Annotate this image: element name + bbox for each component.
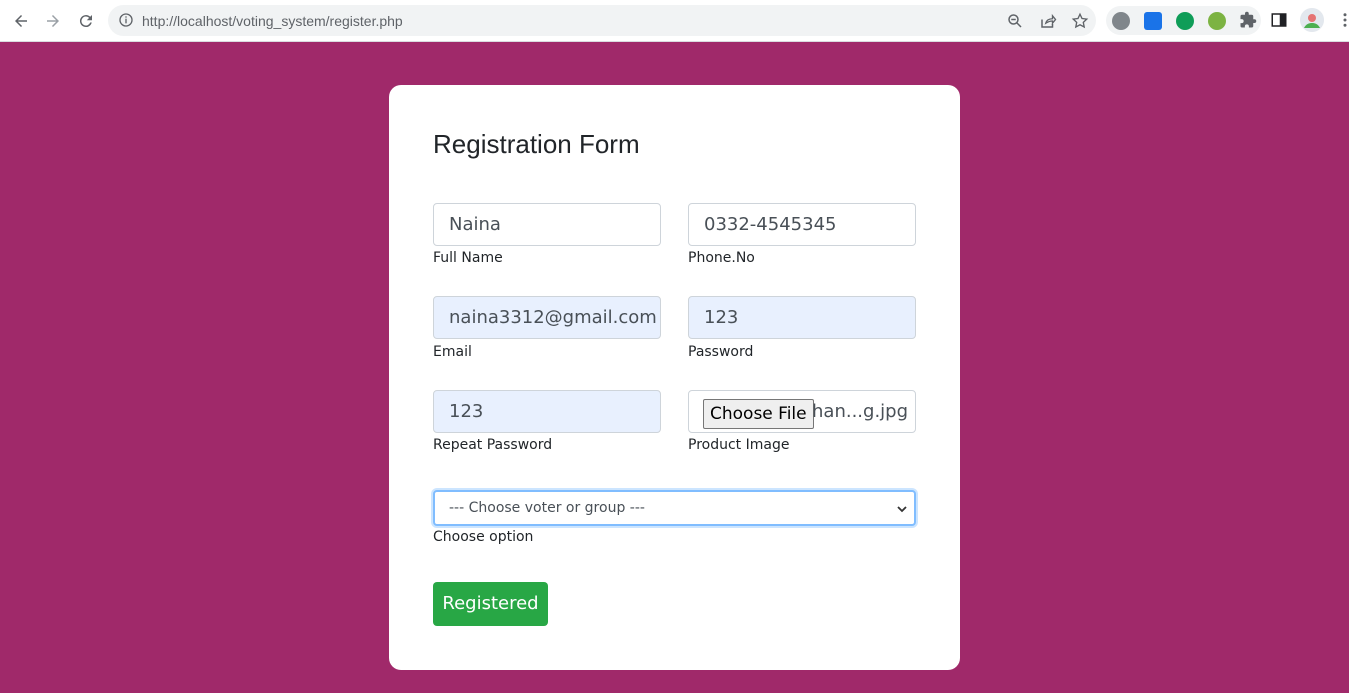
- extension-download-icon[interactable]: [1144, 12, 1162, 30]
- phone-input[interactable]: 0332-4545345: [688, 203, 916, 246]
- extension-green-icon[interactable]: [1176, 12, 1194, 30]
- browser-toolbar: http://localhost/voting_system/register.…: [0, 0, 1349, 42]
- star-icon[interactable]: [1071, 12, 1089, 30]
- role-select-value: --- Choose voter or group ---: [449, 500, 645, 516]
- zoom-icon[interactable]: [1006, 12, 1024, 30]
- password-label: Password: [688, 344, 754, 360]
- extensions-group: [1106, 6, 1261, 35]
- role-select[interactable]: --- Choose voter or group ---: [433, 490, 916, 526]
- product-image-label: Product Image: [688, 437, 790, 453]
- reload-icon[interactable]: [73, 8, 99, 34]
- extension-gray-icon[interactable]: [1112, 12, 1130, 30]
- full-name-label: Full Name: [433, 250, 503, 266]
- address-bar[interactable]: http://localhost/voting_system/register.…: [108, 5, 1096, 36]
- extension-bulb-icon[interactable]: [1208, 12, 1226, 30]
- choose-option-label: Choose option: [433, 529, 534, 545]
- url-text: http://localhost/voting_system/register.…: [142, 13, 403, 29]
- side-panel-icon[interactable]: [1270, 11, 1288, 29]
- registration-card: Registration Form Naina Full Name 0332-4…: [389, 85, 960, 670]
- register-button[interactable]: Registered: [433, 582, 548, 626]
- choose-file-button[interactable]: Choose File: [703, 399, 814, 429]
- password-input[interactable]: 123: [688, 296, 916, 339]
- repeat-password-input[interactable]: 123: [433, 390, 661, 433]
- repeat-password-label: Repeat Password: [433, 437, 553, 453]
- back-arrow-icon[interactable]: [8, 8, 34, 34]
- full-name-input[interactable]: Naina: [433, 203, 661, 246]
- info-icon[interactable]: [118, 12, 134, 28]
- extensions-icon[interactable]: [1239, 11, 1257, 29]
- selected-file-name: han...g.jpg: [812, 401, 909, 422]
- phone-label: Phone.No: [688, 250, 755, 266]
- page-title: Registration Form: [433, 129, 640, 159]
- menu-icon[interactable]: [1336, 11, 1349, 29]
- forward-arrow-icon[interactable]: [40, 8, 66, 34]
- chevron-down-icon: [897, 506, 907, 513]
- product-image-input: Choose File han...g.jpg: [688, 390, 916, 433]
- email-input[interactable]: naina3312@gmail.com: [433, 296, 661, 339]
- email-label: Email: [433, 344, 472, 360]
- profile-avatar[interactable]: [1300, 8, 1324, 32]
- share-icon[interactable]: [1039, 12, 1057, 30]
